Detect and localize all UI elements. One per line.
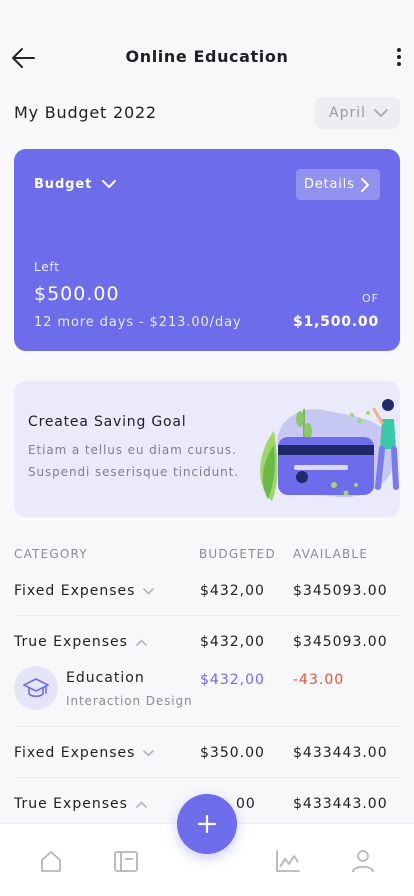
more-options-button[interactable] [394, 46, 404, 70]
row-available: $345093.00 [293, 634, 388, 650]
of-label: OF [362, 292, 379, 305]
home-icon [41, 851, 61, 872]
page-title: Online Education [125, 47, 289, 66]
nav-wallet[interactable] [113, 848, 139, 874]
per-day-text: 12 more days - $213.00/day [34, 315, 242, 330]
sub-item-available: -43.00 [293, 672, 345, 688]
row-category: Fixed Expenses [14, 745, 136, 761]
profile-icon [352, 850, 374, 873]
row-budgeted: $350.00 [200, 745, 265, 761]
details-button[interactable]: Details [296, 169, 380, 200]
list-item[interactable]: Education Interaction Design $432,00 -43… [14, 664, 400, 727]
more-vertical-icon [397, 48, 401, 52]
total-amount: $1,500.00 [292, 314, 379, 330]
sub-item-name: Education [66, 670, 145, 686]
row-available: $345093.00 [293, 583, 388, 599]
nav-statistics[interactable] [275, 848, 301, 874]
row-available: $433443.00 [293, 745, 388, 761]
goal-description-line-1: Etiam a tellus eu diam cursus. [28, 443, 237, 457]
chevron-up-icon [136, 638, 147, 646]
goal-title: Createa Saving Goal [28, 414, 187, 430]
month-value: April [329, 105, 366, 121]
wallet-icon [114, 851, 138, 872]
chevron-down-icon [143, 587, 155, 595]
row-budgeted: 00 [236, 796, 256, 812]
left-amount: $500.00 [34, 283, 120, 305]
nav-profile[interactable] [350, 848, 376, 874]
saving-goal-card[interactable]: Createa Saving Goal Etiam a tellus eu di… [14, 381, 400, 517]
chevron-down-icon [143, 749, 155, 757]
details-label: Details [304, 177, 355, 192]
app-bar: Online Education [0, 40, 414, 76]
budget-card: Budget Details Left $500.00 12 more days… [14, 149, 400, 351]
plus-icon [197, 814, 217, 834]
add-button[interactable] [177, 794, 237, 854]
table-row[interactable]: Fixed Expenses $432,00 $345093.00 [14, 566, 400, 616]
sub-item-budgeted: $432,00 [200, 672, 265, 688]
column-header-available: AVAILABLE [293, 547, 369, 561]
chevron-down-icon [374, 108, 388, 117]
left-label: Left [34, 260, 60, 274]
chevron-right-icon [360, 177, 369, 192]
nav-home[interactable] [38, 848, 64, 874]
education-avatar [14, 666, 58, 710]
month-select[interactable]: April [315, 97, 400, 129]
sub-item-description: Interaction Design [66, 694, 193, 708]
chart-icon [276, 850, 300, 872]
table-row[interactable]: True Expenses $432,00 $345093.00 [14, 617, 400, 667]
budget-selector-label: Budget [34, 177, 93, 192]
row-category: True Expenses [14, 796, 128, 812]
budget-title: My Budget 2022 [14, 103, 157, 122]
column-header-category: CATEGORY [14, 547, 88, 561]
graduation-cap-icon [23, 678, 49, 698]
row-budgeted: $432,00 [200, 583, 265, 599]
saving-goal-illustration [260, 399, 399, 501]
column-header-budgeted: BUDGETED [199, 547, 276, 561]
row-available: $433443.00 [293, 796, 388, 812]
goal-description-line-2: Suspendi seserisque tincidunt. [28, 465, 239, 479]
row-budgeted: $432,00 [200, 634, 265, 650]
chevron-down-icon [102, 180, 117, 188]
row-category: Fixed Expenses [14, 583, 136, 599]
budget-selector[interactable]: Budget [34, 177, 117, 192]
row-category: True Expenses [14, 634, 128, 650]
chevron-up-icon [136, 800, 147, 808]
table-row[interactable]: Fixed Expenses $350.00 $433443.00 [14, 728, 400, 778]
